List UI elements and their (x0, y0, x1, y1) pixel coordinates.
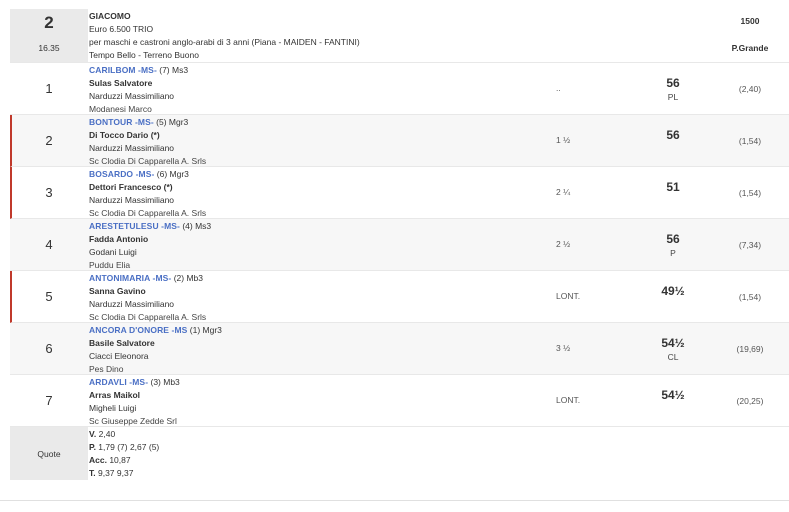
weight-flag: P (670, 248, 676, 258)
table-row: 7 ARDAVLI -MS- (3) Mb3 Arras Maikol Migh… (10, 375, 789, 427)
jockey-name: Sulas Salvatore (89, 78, 153, 88)
distance-margin: 2 ¼ (556, 187, 571, 197)
quote-label: Quote (10, 427, 88, 480)
race-conditions: per maschi e castroni anglo-arabi di 3 a… (89, 37, 360, 47)
race-distance: 1500 (740, 16, 760, 26)
race-time: 16.35 (38, 43, 60, 53)
horse-name-link[interactable]: ANTONIMARIA -MS- (89, 273, 171, 283)
distance-margin: 2 ½ (556, 239, 571, 249)
jockey-name: Basile Salvatore (89, 338, 155, 348)
table-row: 3 BOSARDO -MS- (6) Mgr3 Dettori Francesc… (10, 167, 789, 219)
place-value: 1,79 (7) 2,67 (5) (95, 442, 160, 452)
finish-position: 5 (45, 289, 53, 304)
table-row: 6 ANCORA D'ONORE -MS (1) Mgr3 Basile Sal… (10, 323, 789, 375)
accoppiata-value: 10,87 (106, 455, 131, 465)
trainer-name: Migheli Luigi (89, 403, 137, 413)
distance-margin: LONT. (556, 395, 581, 405)
trainer-name: Narduzzi Massimiliano (89, 143, 175, 153)
distance-margin: 3 ½ (556, 343, 571, 353)
race-name: GIACOMO (89, 11, 131, 21)
carried-weight: 49½ (661, 284, 685, 298)
finish-position: 2 (45, 133, 53, 148)
race-number: 2 (44, 13, 54, 32)
race-info: GIACOMO Euro 6.500 TRIO per maschi e cas… (89, 10, 360, 62)
jockey-name: Arras Maikol (89, 390, 141, 400)
trainer-name: Godani Luigi (89, 247, 137, 257)
trainer-name: Narduzzi Massimiliano (89, 91, 175, 101)
trio-value: 9,37 9,37 (95, 468, 134, 478)
weight-flag: PL (667, 92, 679, 102)
horse-name-link[interactable]: BONTOUR -MS- (89, 117, 154, 127)
carried-weight: 54½ (661, 336, 685, 350)
carried-weight: 56 (666, 76, 680, 90)
odds: (1,54) (738, 136, 762, 146)
horse-details: (5) Mgr3 (153, 117, 189, 127)
accoppiata-label: Acc. (89, 455, 107, 465)
trio-label: T. (89, 468, 96, 478)
finish-position: 3 (45, 185, 53, 200)
table-row: 2 BONTOUR -MS- (5) Mgr3 Di Tocco Dario (… (10, 115, 789, 167)
horse-name-link[interactable]: CARILBOM -MS- (89, 65, 157, 75)
odds: (19,69) (736, 344, 764, 354)
jockey-name: Fadda Antonio (89, 234, 149, 244)
divider (0, 500, 789, 501)
carried-weight: 56 (666, 232, 680, 246)
race-results-table: 2 16.35 GIACOMO Euro 6.500 TRIO per masc… (10, 9, 789, 480)
quote-values: V. 2,40 P. 1,79 (7) 2,67 (5) Acc. 10,87 … (89, 428, 159, 480)
place-label: P. (89, 442, 96, 452)
win-value: 2,40 (96, 429, 116, 439)
odds: (1,54) (738, 188, 762, 198)
finish-position: 6 (45, 341, 53, 356)
horse-name-link[interactable]: BOSARDO -MS- (89, 169, 154, 179)
distance-margin: .. (556, 83, 561, 93)
race-prize: Euro 6.500 TRIO (89, 24, 154, 34)
finish-position: 7 (45, 393, 53, 408)
table-row: 4 ARESTETULESU -MS- (4) Ms3 Fadda Antoni… (10, 219, 789, 271)
odds: (1,54) (738, 292, 762, 302)
race-header: 2 16.35 GIACOMO Euro 6.500 TRIO per masc… (10, 9, 789, 63)
carried-weight: 56 (666, 128, 680, 142)
trainer-name: Ciacci Eleonora (89, 351, 149, 361)
horse-details: (6) Mgr3 (154, 169, 189, 179)
horse-details: (7) Ms3 (156, 65, 189, 75)
horse-details: (1) Mgr3 (187, 325, 222, 335)
quote-row: Quote V. 2,40 P. 1,79 (7) 2,67 (5) Acc. … (10, 427, 789, 480)
race-weather: Tempo Bello - Terreno Buono (89, 50, 199, 60)
finish-position: 1 (45, 81, 53, 96)
distance-margin: 1 ½ (556, 135, 571, 145)
trainer-name: Narduzzi Massimiliano (89, 195, 175, 205)
table-row: 5 ANTONIMARIA -MS- (2) Mb3 Sanna Gavino … (10, 271, 789, 323)
distance-margin: LONT. (556, 291, 581, 301)
finish-position: 4 (45, 237, 53, 252)
odds: (2,40) (738, 84, 762, 94)
horse-name-link[interactable]: ANCORA D'ONORE -MS (89, 325, 187, 335)
horse-name-link[interactable]: ARDAVLI -MS- (89, 377, 148, 387)
horse-details: (2) Mb3 (171, 273, 203, 283)
odds: (7,34) (738, 240, 762, 250)
jockey-name: Sanna Gavino (89, 286, 146, 296)
weight-flag: CL (667, 352, 679, 362)
horse-details: (4) Ms3 (179, 221, 212, 231)
race-track: P.Grande (731, 43, 769, 53)
carried-weight: 54½ (661, 388, 685, 402)
table-row: 1 CARILBOM -MS- (7) Ms3 Sulas Salvatore … (10, 63, 789, 115)
horse-name-link[interactable]: ARESTETULESU -MS- (89, 221, 180, 231)
jockey-name: Dettori Francesco (*) (89, 182, 173, 192)
jockey-name: Di Tocco Dario (*) (89, 130, 160, 140)
race-number-box: 2 16.35 (10, 9, 88, 62)
horse-details: (3) Mb3 (148, 377, 180, 387)
odds: (20,25) (736, 396, 764, 406)
carried-weight: 51 (666, 180, 680, 194)
trainer-name: Narduzzi Massimiliano (89, 299, 175, 309)
